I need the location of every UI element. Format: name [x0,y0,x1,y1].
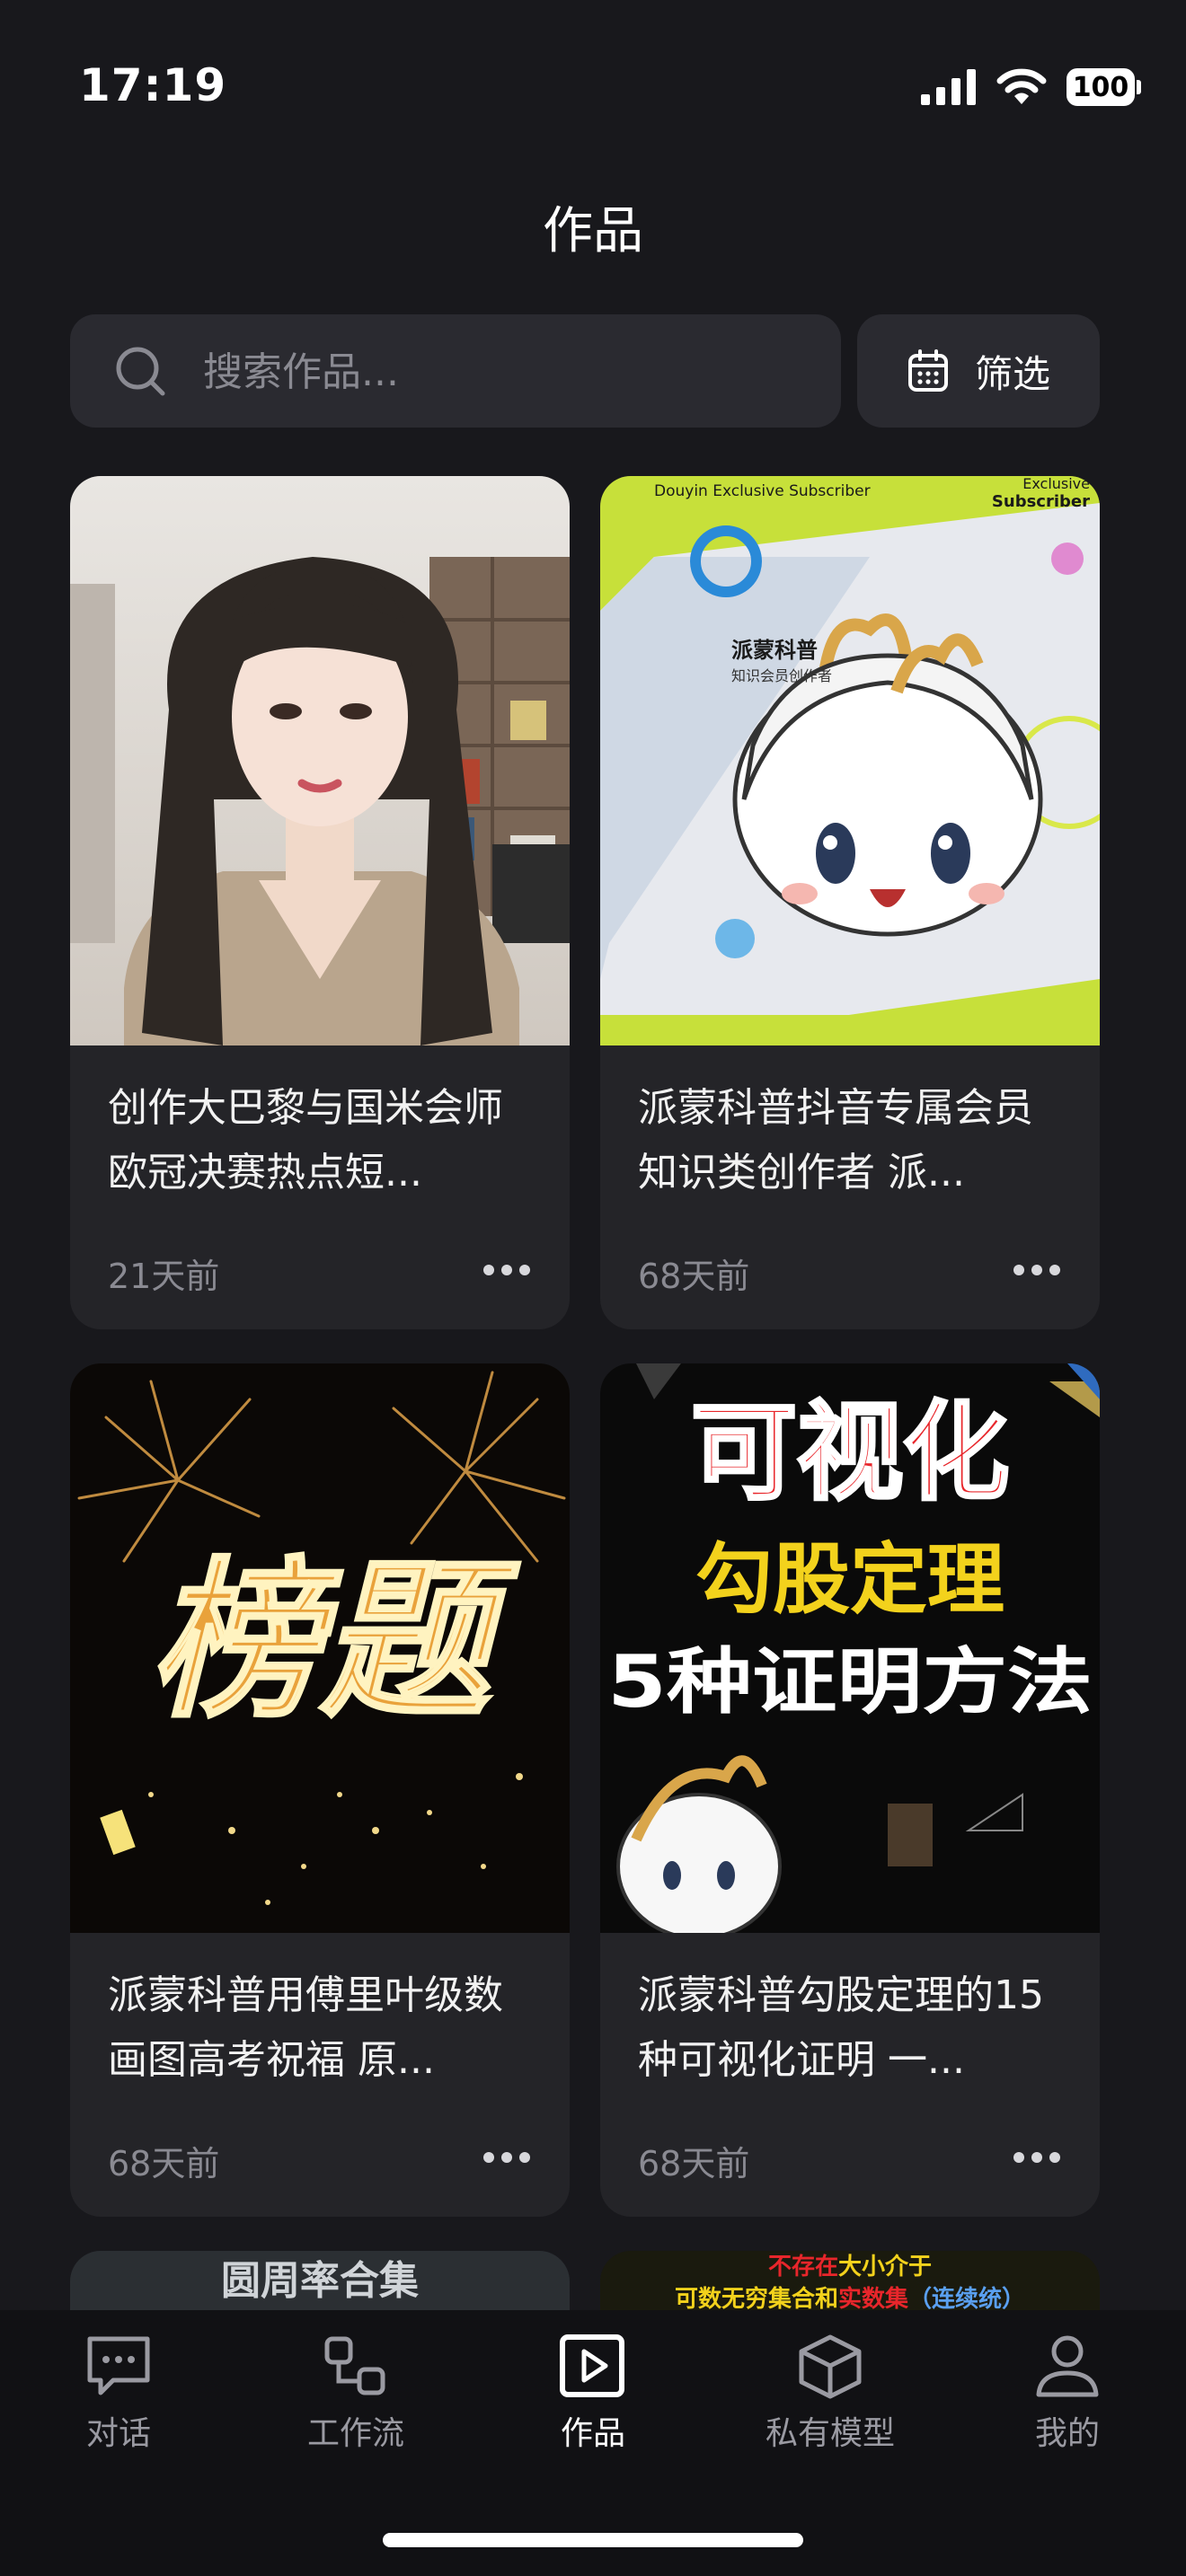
tab-label: 作品 [560,2415,625,2452]
work-title: 派蒙科普抖音专属会员知识类创作者 派... [638,1085,1033,1195]
work-card[interactable]: 创作大巴黎与国米会师欧冠决赛热点短... 21天前 [70,476,570,1329]
thumb-line-3: 5种证明方法 [607,1640,1093,1724]
work-thumbnail-pythagoras[interactable]: 可视化 勾股定理 5种证明方法 [600,1363,1100,1933]
work-title: 派蒙科普勾股定理的15种可视化证明 一... [638,1972,1044,2083]
wifi-icon [996,68,1047,104]
more-icon[interactable] [1012,2139,1062,2175]
status-bar: 17:19 100 [0,0,1186,171]
tab-private-models[interactable]: 私有模型 [740,2333,920,2468]
thumb-badge-text: Douyin Exclusive Subscriber [654,482,871,500]
tab-chat[interactable]: 对话 [29,2333,208,2468]
work-thumbnail-paimon-member[interactable]: Douyin Exclusive Subscriber Exclusive Su… [600,476,1100,1045]
tab-me[interactable]: 我的 [978,2333,1157,2468]
status-icons: 100 [921,63,1141,111]
status-time: 17:19 [79,59,227,111]
work-thumbnail-portrait[interactable] [70,476,570,1045]
partial-thumb-text: 圆周率合集 [221,2258,419,2304]
work-title: 派蒙科普用傅里叶级数画图高考祝福 原... [108,1972,503,2083]
calendar-icon [907,349,948,392]
more-icon[interactable] [1012,1252,1062,1288]
chat-icon [87,2336,150,2395]
filter-button[interactable]: 筛选 [857,314,1100,428]
work-thumbnail-fireworks[interactable]: 榜题 [70,1363,570,1933]
more-icon[interactable] [482,1252,532,1288]
search-icon [116,347,165,396]
battery-level: 100 [1067,68,1135,106]
search-box[interactable] [70,314,841,429]
thumb-subtitle: 知识会员创作者 [731,667,832,684]
user-icon [1036,2335,1099,2397]
work-time: 68天前 [108,2144,220,2183]
tab-label: 私有模型 [765,2415,895,2452]
tab-label: 工作流 [306,2415,404,2452]
tab-workflow[interactable]: 工作流 [266,2333,446,2468]
thumb-corner-text-1: Exclusive [1022,476,1090,492]
partial-thumb-line-1: 不存在大小介于 [768,2254,932,2280]
tab-works[interactable]: 作品 [503,2333,683,2468]
thumb-name: 派蒙科普 [731,638,818,663]
work-card[interactable]: 榜题 派蒙科普用傅里叶级数画图高考祝福 原... 68天前 [70,1363,570,2217]
partial-thumb-line-2: 可数无穷集合和实数集（连续统） [675,2285,1025,2313]
cube-icon [799,2334,862,2399]
workflow-icon [324,2336,385,2395]
work-card[interactable]: 可视化 勾股定理 5种证明方法 派蒙科普勾股定理的15种可视化证明 一... 6… [600,1363,1100,2217]
tab-label: 我的 [1034,2415,1100,2452]
tab-label: 对话 [85,2415,151,2452]
thumb-line-2: 勾股定理 [695,1535,1005,1625]
thumb-calligraphy: 榜题 [149,1540,520,1741]
work-time: 68天前 [638,1257,750,1296]
signal-icon [921,69,976,105]
filter-label: 筛选 [974,351,1050,396]
page-title: 作品 [543,202,643,260]
thumb-line-1: 可视化 [691,1390,1009,1514]
more-icon[interactable] [482,2139,532,2175]
work-title: 创作大巴黎与国米会师欧冠决赛热点短... [108,1085,503,1195]
home-indicator[interactable] [383,2533,803,2547]
work-card[interactable]: Douyin Exclusive Subscriber Exclusive Su… [600,476,1100,1329]
work-time: 68天前 [638,2144,750,2183]
search-input[interactable] [201,314,816,429]
play-icon [560,2334,624,2397]
battery-icon: 100 [1067,68,1141,106]
thumb-corner-text-2: Subscriber [992,492,1090,511]
work-time: 21天前 [108,1257,220,1296]
